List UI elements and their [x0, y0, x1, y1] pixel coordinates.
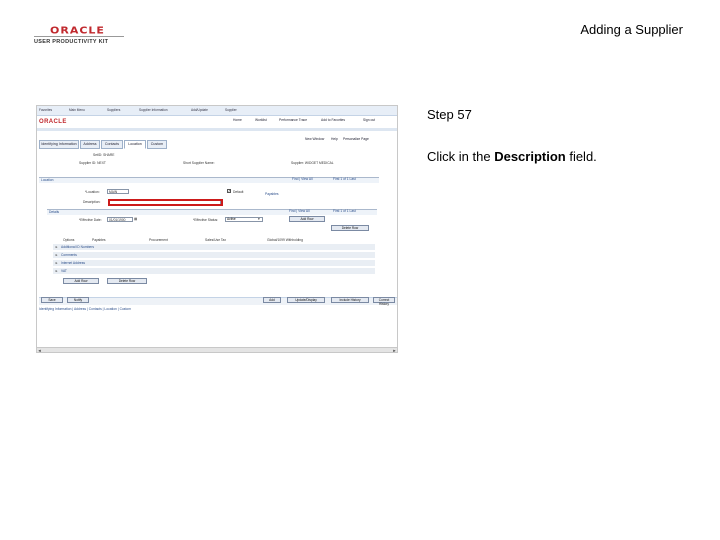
- scroll-right-icon[interactable]: ►: [392, 348, 397, 352]
- scroll-left-icon[interactable]: ◄: [37, 348, 42, 352]
- location-section-header: Location: [39, 177, 379, 183]
- details-section-title: Details: [49, 210, 60, 214]
- worklist-link[interactable]: Worklist: [255, 118, 267, 122]
- location-input[interactable]: MAIN: [107, 189, 129, 194]
- tab-address[interactable]: Address: [80, 140, 100, 149]
- tab-contacts[interactable]: Contacts: [101, 140, 123, 149]
- breadcrumb-main-menu[interactable]: Main Menu: [69, 108, 85, 112]
- horizontal-scrollbar[interactable]: ◄ ►: [37, 347, 397, 352]
- default-label: Default: [233, 190, 244, 194]
- calendar-icon[interactable]: ▦: [134, 217, 137, 221]
- effective-status-value: Active: [227, 217, 236, 221]
- find-view-all-location[interactable]: Find | View All: [292, 177, 313, 181]
- effective-status-label: *Effective Status:: [193, 218, 219, 222]
- sign-out-link[interactable]: Sign out: [363, 118, 375, 122]
- effective-date-label: *Effective Date:: [79, 218, 102, 222]
- description-field-highlight: [108, 199, 223, 206]
- expand-arrow-icon[interactable]: ►: [55, 261, 58, 265]
- new-window-link[interactable]: New Window: [305, 137, 324, 141]
- location-pagination[interactable]: First 1 of 1 Last: [333, 177, 356, 181]
- short-supplier-name-label: Short Supplier Name:: [183, 161, 215, 165]
- expand-arrow-icon[interactable]: ►: [55, 245, 58, 249]
- tab-identifying-information[interactable]: Identifying Information: [39, 140, 79, 149]
- expand-arrow-icon[interactable]: ►: [55, 253, 58, 257]
- upk-logo-text: USER PRODUCTIVITY KIT: [34, 39, 109, 45]
- instruction-pre: Click in the: [427, 149, 495, 164]
- help-link[interactable]: Help: [331, 137, 338, 141]
- instruction-target: Description: [494, 149, 566, 164]
- grid-header-procurement: Procurement: [149, 238, 168, 242]
- delete-row-bottom-button[interactable]: Delete Row: [107, 278, 147, 284]
- breadcrumb-bar: Favorites Main Menu Suppliers Supplier I…: [37, 106, 397, 116]
- tab-location[interactable]: Location: [124, 140, 146, 149]
- location-label: *Location:: [85, 190, 100, 194]
- details-section-header: Details: [47, 209, 377, 215]
- effective-date-value: 01/01/1900: [109, 218, 126, 222]
- personalize-page-link[interactable]: Personalize Page: [343, 137, 369, 141]
- expand-arrow-icon[interactable]: ►: [55, 269, 58, 273]
- add-row-bottom-button[interactable]: Add Row: [63, 278, 99, 284]
- location-value: MAIN: [109, 190, 118, 194]
- step-label: Step 57: [427, 107, 472, 122]
- oracle-logo-text: ORACLE: [50, 24, 105, 37]
- details-pagination[interactable]: First 1 of 1 Last: [333, 209, 356, 213]
- chevron-down-icon[interactable]: ▾: [258, 217, 260, 221]
- delete-row-button[interactable]: Delete Row: [331, 225, 369, 231]
- grid-header-withholding: Global/1099 Withholding: [267, 238, 303, 242]
- grid-row-label[interactable]: Additional ID Numbers: [61, 245, 94, 249]
- add-row-button[interactable]: Add Row: [289, 216, 325, 222]
- instruction-post: field.: [565, 149, 597, 164]
- add-to-favorites-link[interactable]: Add to Favorites: [321, 118, 345, 122]
- grid-row-internet-address[interactable]: ► Internet Address: [53, 260, 375, 267]
- grid-row-comments[interactable]: ► Comments: [53, 252, 375, 259]
- breadcrumb-supplier[interactable]: Supplier: [225, 108, 237, 112]
- supplier-name-label: Supplier: WIDGET MEDICAL: [291, 161, 334, 165]
- footer-tab-links[interactable]: Identifying Information | Address | Cont…: [39, 307, 131, 311]
- grid-row-label[interactable]: VAT: [61, 269, 67, 273]
- grid-header-payables: Payables: [92, 238, 106, 242]
- supplier-id-label: Supplier ID: NEXT: [79, 161, 106, 165]
- default-checkbox[interactable]: ✓: [227, 189, 231, 193]
- include-history-button[interactable]: Include History: [331, 297, 369, 303]
- slide-title: Adding a Supplier: [580, 22, 683, 37]
- description-label: Description:: [83, 200, 101, 204]
- location-section-title: Location: [41, 178, 54, 182]
- breadcrumb-suppliers[interactable]: Suppliers: [107, 108, 120, 112]
- tab-custom[interactable]: Custom: [147, 140, 167, 149]
- grid-row-additional-id[interactable]: ► Additional ID Numbers: [53, 244, 375, 251]
- step-instruction: Click in the Description field.: [427, 149, 597, 164]
- setid-label: SetID: SHARE: [93, 153, 115, 157]
- grid-row-vat[interactable]: ► VAT: [53, 268, 375, 275]
- notify-button[interactable]: Notify: [67, 297, 89, 303]
- header-band: [37, 128, 397, 131]
- grid-header-sales-use-tax: Sales/Use Tax: [205, 238, 227, 242]
- grid-row-label[interactable]: Comments: [61, 253, 77, 257]
- save-button[interactable]: Save: [41, 297, 63, 303]
- grid-header-options: Options: [63, 238, 75, 242]
- find-view-all-details[interactable]: Find | View All: [289, 209, 310, 213]
- add-button[interactable]: Add: [263, 297, 281, 303]
- breadcrumb-favorites[interactable]: Favorites: [39, 108, 52, 112]
- home-link[interactable]: Home: [233, 118, 242, 122]
- correct-history-button[interactable]: Correct History: [373, 297, 395, 306]
- logo-divider: [34, 36, 124, 37]
- performance-trace-link[interactable]: Performance Trace: [279, 118, 307, 122]
- update-display-button[interactable]: Update/Display: [287, 297, 325, 303]
- application-screenshot: Favorites Main Menu Suppliers Supplier I…: [36, 105, 398, 353]
- grid-row-label[interactable]: Internet Address: [61, 261, 85, 265]
- breadcrumb-add-update[interactable]: Add/Update: [191, 108, 208, 112]
- app-brand-logo: ORACLE: [39, 119, 67, 125]
- effective-date-input[interactable]: 01/01/1900: [107, 217, 133, 222]
- breadcrumb-supplier-information[interactable]: Supplier Information: [139, 108, 168, 112]
- payables-link[interactable]: Payables: [265, 192, 279, 196]
